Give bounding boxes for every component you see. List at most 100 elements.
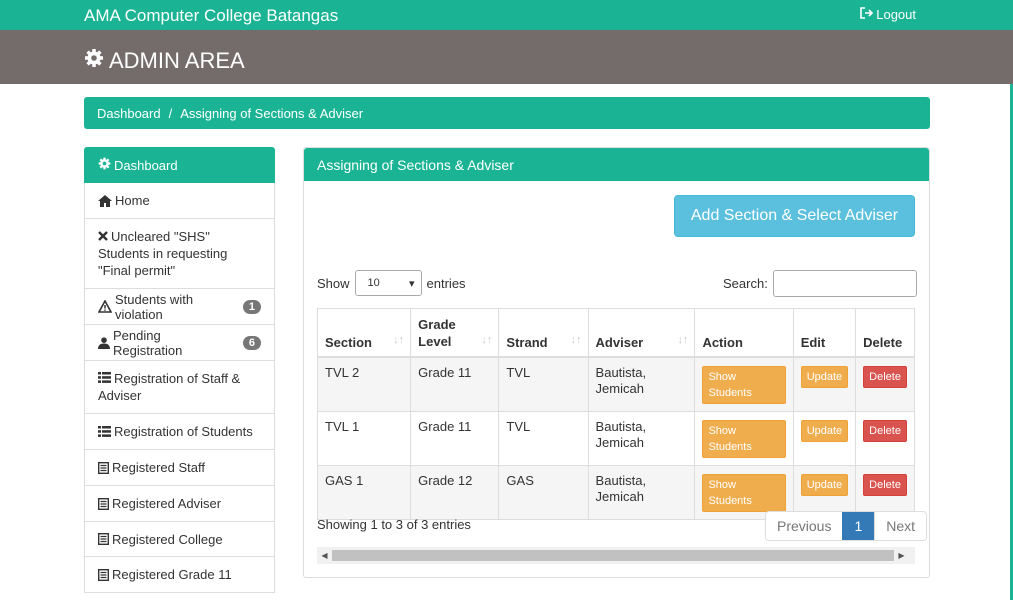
document-icon — [98, 461, 109, 474]
sidebar-item-home[interactable]: Home — [84, 183, 275, 219]
admin-title-label: ADMIN AREA — [109, 48, 245, 73]
column-header-edit: Edit — [792, 308, 857, 358]
search-input[interactable] — [772, 270, 917, 297]
sort-icon: ↓↑ — [481, 333, 493, 346]
column-header-label: Action — [702, 334, 743, 350]
sidebar-item-registered-staff[interactable]: Registered Staff — [84, 450, 275, 486]
previous-page-button[interactable]: Previous — [766, 512, 843, 540]
cell-adviser: Bautista, Jemicah — [587, 464, 696, 520]
pending-count-badge: 6 — [242, 335, 261, 350]
breadcrumb: Dashboard / Assigning of Sections & Advi… — [84, 97, 930, 129]
sidebar-item-registered-adviser[interactable]: Registered Adviser — [84, 486, 275, 522]
logout-link[interactable]: Logout — [860, 7, 916, 22]
column-header-section[interactable]: Section ↓↑ — [316, 308, 412, 358]
sort-icon: ↓↑ — [677, 333, 689, 346]
pagination: Previous 1 Next — [765, 511, 928, 541]
page-length-control: Show 10 ▾ entries — [317, 270, 466, 296]
cell-edit: Update — [792, 356, 857, 412]
table-row: TVL 2 Grade 11 TVL Bautista, Jemicah Sho… — [316, 356, 915, 412]
column-header-label: Section — [325, 334, 372, 350]
panel-title: Assigning of Sections & Adviser — [304, 148, 929, 181]
admin-header: ADMIN AREA — [0, 30, 1013, 84]
sidebar-item-label: Registered College — [112, 531, 223, 547]
scroll-left-icon[interactable]: ◀ — [317, 551, 332, 560]
sidebar-item-registered-college[interactable]: Registered College — [84, 522, 275, 557]
sidebar-item-violation[interactable]: Students with violation 1 — [84, 289, 275, 325]
table-row: TVL 1 Grade 11 TVL Bautista, Jemicah Sho… — [316, 410, 915, 466]
update-button[interactable]: Update — [800, 365, 849, 388]
column-header-label: Adviser — [595, 334, 644, 350]
show-students-button[interactable]: Show Students — [702, 419, 786, 458]
sidebar-item-pending-registration[interactable]: Pending Registration 6 — [84, 325, 275, 361]
delete-button[interactable]: Delete — [863, 419, 907, 442]
table-info: Showing 1 to 3 of 3 entries — [317, 517, 471, 532]
horizontal-scrollbar[interactable]: ◀ ▶ — [317, 547, 915, 564]
cell-section: TVL 2 — [316, 356, 412, 412]
logout-label: Logout — [876, 7, 916, 22]
sections-panel: Assigning of Sections & Adviser Add Sect… — [303, 147, 930, 578]
show-students-button[interactable]: Show Students — [702, 473, 786, 512]
sidebar-item-label: Pending Registration — [113, 327, 183, 358]
gear-icon — [84, 48, 104, 74]
sidebar-header[interactable]: Dashboard — [84, 147, 275, 183]
brand-name[interactable]: AMA Computer College Batangas — [84, 6, 338, 26]
sort-icon: ↓↑ — [393, 333, 405, 346]
sidebar-header-label: Dashboard — [114, 157, 178, 173]
sidebar-item-label: Registered Adviser — [112, 496, 222, 511]
update-button[interactable]: Update — [800, 473, 849, 496]
cell-strand: TVL — [498, 356, 589, 412]
cell-action: Show Students — [694, 410, 794, 466]
sidebar-item-registration-staff[interactable]: Registration of Staff & Adviser — [84, 361, 275, 414]
cell-grade: Grade 11 — [410, 410, 500, 466]
next-page-button[interactable]: Next — [874, 512, 927, 540]
chevron-down-icon: ▾ — [409, 277, 415, 290]
show-students-button[interactable]: Show Students — [702, 365, 786, 404]
list-icon — [98, 372, 111, 383]
x-icon — [98, 231, 108, 241]
sidebar-item-label: Uncleared "SHS" Students in requesting "… — [98, 229, 228, 278]
sidebar-item-label: Registered Grade 11 — [112, 567, 232, 582]
sort-icon: ↓↑ — [570, 333, 582, 346]
page-length-value: 10 — [367, 277, 380, 289]
scroll-right-icon[interactable]: ▶ — [894, 551, 909, 560]
cell-delete: Delete — [855, 410, 915, 466]
page-1-button[interactable]: 1 — [842, 512, 875, 540]
delete-button[interactable]: Delete — [863, 473, 907, 496]
sidebar-item-registration-students[interactable]: Registration of Students — [84, 414, 275, 450]
sidebar-item-label: Registered Staff — [112, 460, 205, 475]
cell-section: GAS 1 — [316, 464, 412, 520]
cell-section: TVL 1 — [316, 410, 412, 466]
column-header-grade-level[interactable]: Grade Level ↓↑ — [410, 308, 500, 358]
delete-button[interactable]: Delete — [863, 365, 907, 388]
column-header-adviser[interactable]: Adviser ↓↑ — [587, 308, 696, 358]
gear-icon — [98, 157, 111, 173]
sidebar-item-registered-grade-11[interactable]: Registered Grade 11 — [84, 557, 275, 593]
column-header-action: Action — [694, 308, 794, 358]
logout-icon — [860, 7, 874, 22]
add-section-button[interactable]: Add Section & Select Adviser — [674, 195, 915, 237]
column-header-label: Strand — [506, 334, 548, 350]
breadcrumb-dashboard[interactable]: Dashboard — [97, 106, 161, 121]
sidebar-item-uncleared-shs[interactable]: Uncleared "SHS" Students in requesting "… — [84, 219, 275, 289]
document-icon — [98, 568, 109, 581]
search-control: Search: — [723, 270, 917, 297]
scrollbar-thumb[interactable] — [332, 550, 894, 561]
sections-table: Section ↓↑ Grade Level ↓↑ Strand ↓↑ Adviser… — [316, 308, 915, 520]
column-header-delete: Delete — [855, 308, 915, 358]
sidebar: Dashboard Home Uncleared "SHS" Students … — [84, 147, 275, 593]
search-label: Search: — [723, 276, 768, 291]
cell-action: Show Students — [694, 356, 794, 412]
update-button[interactable]: Update — [800, 419, 849, 442]
page-length-select[interactable]: 10 ▾ — [354, 270, 422, 296]
document-icon — [98, 533, 109, 545]
sidebar-item-label: Home — [115, 193, 150, 208]
column-header-strand[interactable]: Strand ↓↑ — [498, 308, 589, 358]
user-icon — [98, 336, 110, 349]
column-header-label: Grade Level — [418, 316, 456, 349]
sidebar-item-label: Registration of Staff & Adviser — [98, 371, 241, 403]
column-header-label: Delete — [863, 334, 903, 350]
cell-grade: Grade 11 — [410, 356, 500, 412]
warning-icon — [98, 300, 112, 313]
list-icon — [98, 426, 111, 437]
top-navbar: AMA Computer College Batangas Logout — [0, 0, 1013, 30]
